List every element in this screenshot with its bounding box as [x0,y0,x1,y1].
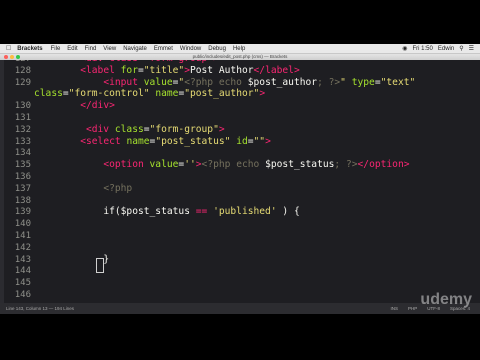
wifi-icon[interactable]: ◉ [402,45,407,52]
menu-window[interactable]: Window [180,46,201,52]
menu-bar:  Brackets File Edit Find View Navigate … [0,44,480,54]
line-number-gutter: 1271281291301311321331341351361371381391… [0,60,34,303]
line-number: 131 [14,113,31,123]
line-number: 142 [14,242,31,253]
menu-navigate[interactable]: Navigate [123,46,147,52]
line-number: 144 [14,266,31,277]
line-number: 139 [14,207,31,218]
code-line[interactable]: <?php [34,183,132,194]
menu-file[interactable]: File [51,46,61,52]
line-number: 136 [14,172,31,182]
code-line[interactable]: <div class="form-group"> [34,124,225,135]
line-number: 132 [14,124,31,135]
list-icon[interactable]: ☰ [469,45,474,52]
code-line[interactable]: class="form-control" name="post_author"> [34,88,265,99]
line-number: 137 [14,183,31,194]
text-cursor [96,258,104,273]
code-line[interactable]: if($post_status == 'published' ) { [34,206,299,217]
clock[interactable]: Fri 1:50 [413,46,433,52]
code-line[interactable]: <select name="post_status" id=""> [34,136,271,147]
code-line[interactable]: </div> [34,100,115,111]
window-title: public/includes/edit_post.php (cms) — Br… [192,54,288,59]
menu-find[interactable]: Find [85,46,97,52]
menu-emmet[interactable]: Emmet [154,46,173,52]
apple-icon[interactable]:  [6,45,11,52]
menu-extras: ◉ Fri 1:50 Edwin ⚲ ☰ [402,45,474,53]
code-line[interactable]: <input value="<?php echo $post_author; ?… [34,77,415,88]
udemy-logo: udemy [420,291,472,308]
line-number: 146 [14,290,31,300]
line-number: 128 [14,65,31,76]
sidebar-collapsed[interactable] [0,60,4,303]
line-number: 129 [14,77,31,88]
line-number: 134 [14,148,31,159]
line-number: 141 [14,231,31,241]
line-number: 130 [14,101,31,112]
line-number: 143 [14,254,31,265]
line-number: 138 [14,195,31,206]
minimize-button[interactable] [10,55,14,59]
search-icon[interactable]: ⚲ [459,45,463,52]
menu-debug[interactable]: Debug [208,46,226,52]
language-mode[interactable]: PHP [408,306,417,311]
code-editor[interactable]: 1271281291301311321331341351361371381391… [0,60,480,303]
close-button[interactable] [4,55,8,59]
code-line[interactable]: <option value=''><?php echo $post_status… [34,159,409,170]
zoom-button[interactable] [16,55,20,59]
window-controls [4,55,20,59]
line-number: 140 [14,219,31,230]
code-line[interactable]: <label for="title">Post Author</label> [34,65,300,76]
menu-help[interactable]: Help [233,46,245,52]
app-menu[interactable]: Brackets [17,46,42,52]
line-number: 145 [14,278,31,289]
status-bar: Line 143, Column 13 — 194 Lines INS PHP … [0,303,480,314]
menu-view[interactable]: View [103,46,116,52]
line-number: 133 [14,136,31,147]
line-number: 135 [14,160,31,171]
insert-mode[interactable]: INS [390,306,398,311]
code-line[interactable]: <div class="form-group"> [34,60,219,64]
user-name[interactable]: Edwin [438,46,454,52]
cursor-position: Line 143, Column 13 — 194 Lines [6,306,75,311]
menu-edit[interactable]: Edit [67,46,77,52]
line-number: 127 [0,60,31,64]
